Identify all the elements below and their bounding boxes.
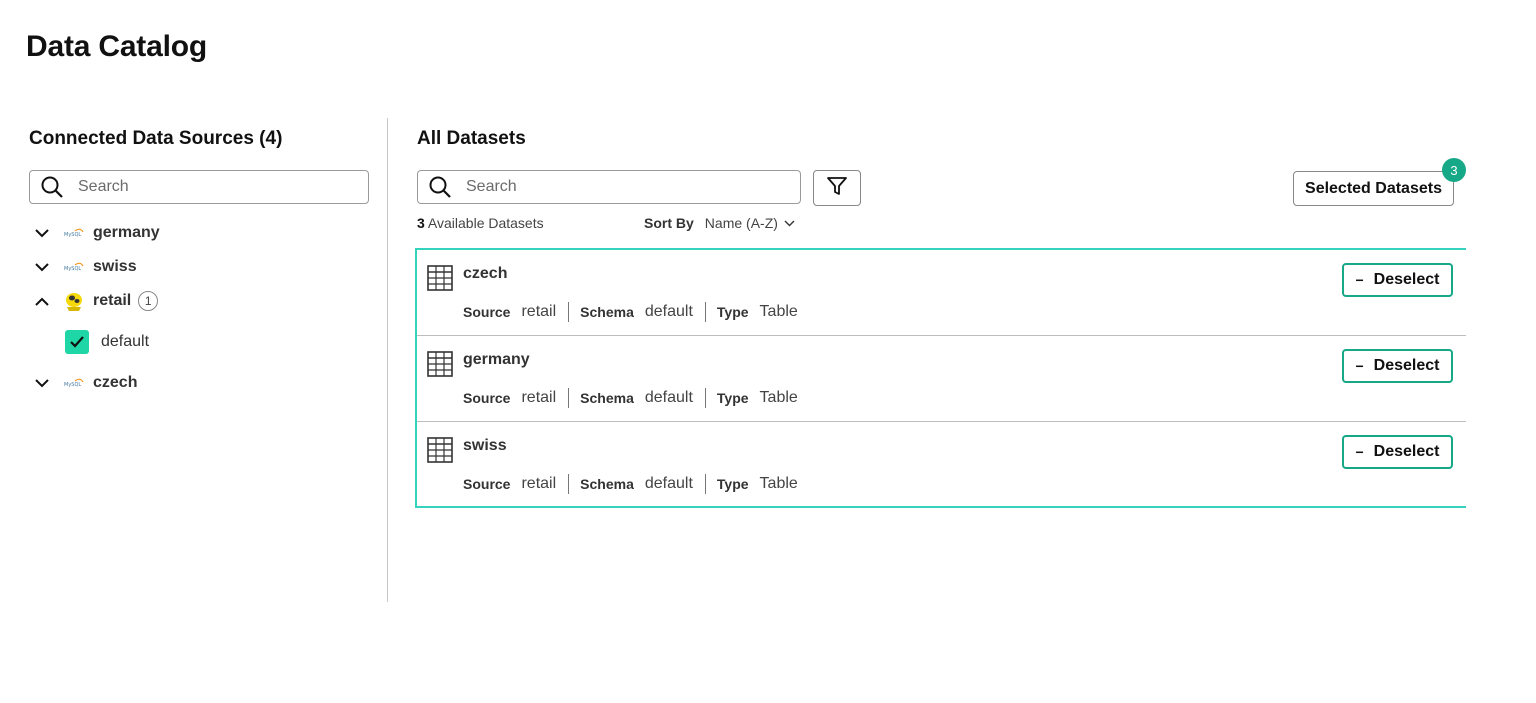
dataset-name: czech bbox=[463, 265, 508, 282]
source-label: czech bbox=[93, 374, 138, 391]
panel-divider bbox=[387, 118, 388, 602]
hive-icon bbox=[63, 290, 85, 312]
meta-separator bbox=[568, 474, 570, 494]
table-icon bbox=[427, 437, 453, 463]
filter-icon bbox=[826, 175, 848, 202]
available-count-number: 3 bbox=[417, 215, 425, 231]
type-key: Type bbox=[716, 390, 749, 406]
chevron-down-icon[interactable] bbox=[29, 378, 59, 388]
type-value: Table bbox=[759, 389, 798, 406]
source-item-swiss[interactable]: MySQL swiss bbox=[29, 250, 369, 284]
datasets-search-input[interactable] bbox=[464, 177, 800, 197]
search-icon bbox=[40, 175, 64, 199]
mysql-icon: MySQL bbox=[63, 372, 85, 394]
selected-count-badge: 1 bbox=[138, 291, 159, 311]
svg-text:MySQL: MySQL bbox=[64, 382, 81, 388]
sources-tree: MySQL germany MySQL swiss retail 1 defau… bbox=[29, 216, 369, 400]
chevron-down-icon[interactable] bbox=[29, 262, 59, 272]
source-label: swiss bbox=[93, 258, 137, 275]
schema-checkbox[interactable] bbox=[65, 330, 89, 354]
dataset-meta: Source retail Schema default Type Table bbox=[463, 302, 810, 322]
minus-icon: − bbox=[1355, 444, 1364, 460]
type-key: Type bbox=[716, 476, 749, 492]
minus-icon: − bbox=[1355, 272, 1364, 288]
dataset-name: germany bbox=[463, 351, 530, 368]
dataset-list: czech Source retail Schema default Type … bbox=[415, 248, 1466, 508]
filter-button[interactable] bbox=[813, 170, 861, 206]
source-label: retail bbox=[93, 292, 132, 309]
source-key: Source bbox=[463, 304, 511, 320]
table-icon bbox=[427, 265, 453, 291]
svg-text:MySQL: MySQL bbox=[64, 232, 81, 238]
schema-value: default bbox=[644, 303, 693, 320]
source-item-retail[interactable]: retail 1 bbox=[29, 284, 369, 318]
sort-by-label: Sort By bbox=[644, 215, 694, 231]
deselect-button[interactable]: − Deselect bbox=[1342, 435, 1453, 469]
source-item-czech[interactable]: MySQL czech bbox=[29, 366, 369, 400]
page-title: Data Catalog bbox=[26, 30, 207, 63]
deselect-label: Deselect bbox=[1373, 443, 1440, 460]
sources-title: Connected Data Sources (4) bbox=[29, 128, 283, 149]
meta-separator bbox=[704, 474, 706, 494]
source-item-germany[interactable]: MySQL germany bbox=[29, 216, 369, 250]
sort-by: Sort By Name (A-Z) bbox=[644, 215, 795, 231]
svg-text:MySQL: MySQL bbox=[64, 266, 81, 272]
chevron-up-icon[interactable] bbox=[29, 297, 59, 306]
sources-search[interactable] bbox=[29, 170, 369, 204]
available-datasets-count: 3 Available Datasets bbox=[417, 215, 544, 231]
schema-key: Schema bbox=[580, 476, 634, 492]
schema-label: default bbox=[101, 333, 150, 350]
type-key: Type bbox=[716, 304, 749, 320]
datasets-title: All Datasets bbox=[417, 128, 526, 149]
source-label: germany bbox=[93, 224, 160, 241]
schema-key: Schema bbox=[580, 304, 634, 320]
datasets-search[interactable] bbox=[417, 170, 801, 204]
table-icon bbox=[427, 351, 453, 377]
deselect-button[interactable]: − Deselect bbox=[1342, 349, 1453, 383]
selected-datasets-button[interactable]: Selected Datasets bbox=[1293, 171, 1454, 206]
mysql-icon: MySQL bbox=[63, 222, 85, 244]
meta-separator bbox=[568, 302, 570, 322]
search-icon bbox=[428, 175, 452, 199]
dataset-meta: Source retail Schema default Type Table bbox=[463, 388, 810, 408]
chevron-down-icon bbox=[784, 220, 795, 227]
schema-value: default bbox=[644, 475, 693, 492]
source-key: Source bbox=[463, 476, 511, 492]
dataset-name: swiss bbox=[463, 437, 507, 454]
deselect-button[interactable]: − Deselect bbox=[1342, 263, 1453, 297]
dataset-row[interactable]: swiss Source retail Schema default Type … bbox=[417, 422, 1466, 506]
source-value: retail bbox=[521, 389, 557, 406]
deselect-label: Deselect bbox=[1373, 271, 1440, 288]
meta-separator bbox=[704, 302, 706, 322]
type-value: Table bbox=[759, 303, 798, 320]
schema-item-default[interactable]: default bbox=[29, 318, 369, 366]
dataset-row[interactable]: germany Source retail Schema default Typ… bbox=[417, 336, 1466, 422]
meta-separator bbox=[704, 388, 706, 408]
type-value: Table bbox=[759, 475, 798, 492]
chevron-down-icon[interactable] bbox=[29, 228, 59, 238]
available-count-label: Available Datasets bbox=[424, 215, 544, 231]
source-value: retail bbox=[521, 475, 557, 492]
minus-icon: − bbox=[1355, 358, 1364, 374]
all-datasets-panel: All Datasets Selected Datasets 3 3 Avail… bbox=[415, 118, 1466, 518]
deselect-label: Deselect bbox=[1373, 357, 1440, 374]
source-key: Source bbox=[463, 390, 511, 406]
schema-value: default bbox=[644, 389, 693, 406]
dataset-meta: Source retail Schema default Type Table bbox=[463, 474, 810, 494]
sources-search-input[interactable] bbox=[76, 177, 368, 197]
selected-datasets-count-badge: 3 bbox=[1442, 158, 1466, 182]
meta-separator bbox=[568, 388, 570, 408]
dataset-row[interactable]: czech Source retail Schema default Type … bbox=[417, 250, 1466, 336]
mysql-icon: MySQL bbox=[63, 256, 85, 278]
sort-by-dropdown[interactable]: Name (A-Z) bbox=[705, 215, 795, 231]
sort-by-value: Name (A-Z) bbox=[704, 215, 778, 231]
source-value: retail bbox=[521, 303, 557, 320]
schema-key: Schema bbox=[580, 390, 634, 406]
